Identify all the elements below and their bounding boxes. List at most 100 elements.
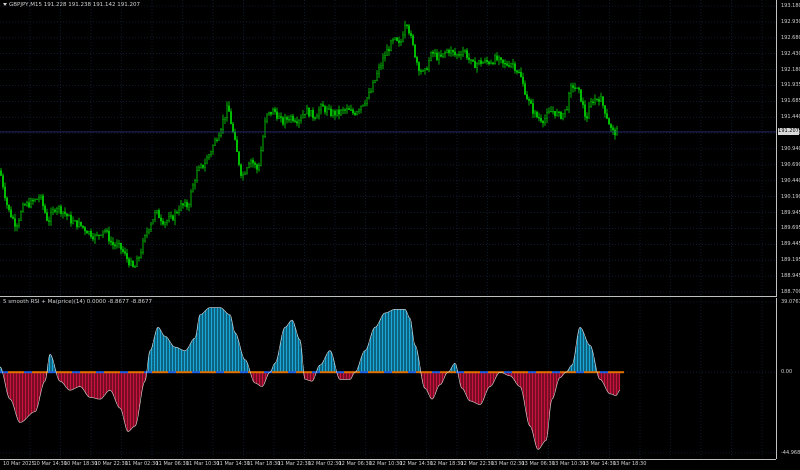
candle xyxy=(370,88,372,94)
candle-body xyxy=(520,71,522,78)
candle xyxy=(606,108,608,120)
candle xyxy=(294,118,296,123)
candle-body xyxy=(402,34,404,42)
price-axis[interactable]: 193.180 192.930 192.680 192.430 192.180 191.9… xyxy=(776,0,800,297)
candle xyxy=(594,94,596,106)
time-tick-label: 11 Mar 10:30 xyxy=(186,461,220,467)
candle xyxy=(462,46,464,58)
candle xyxy=(460,50,462,60)
candle xyxy=(362,104,364,107)
candle xyxy=(448,48,450,57)
candle-body xyxy=(272,108,274,115)
time-tick-label: 13 Mar 14:30 xyxy=(582,461,616,467)
candle-body xyxy=(100,234,102,236)
candle xyxy=(592,98,594,106)
candle xyxy=(330,105,332,118)
candle xyxy=(350,104,352,111)
candle-body xyxy=(536,111,538,118)
candle-body xyxy=(252,160,254,164)
candle-body xyxy=(50,212,52,222)
candle-body xyxy=(238,151,240,165)
candle xyxy=(502,59,504,68)
candle-body xyxy=(244,172,246,175)
candle xyxy=(398,36,400,47)
candle xyxy=(534,110,536,118)
candle xyxy=(296,116,298,127)
candle xyxy=(236,136,238,152)
candle xyxy=(354,111,356,117)
candle xyxy=(96,231,98,237)
candle-body xyxy=(380,65,382,68)
candle-body xyxy=(4,186,6,199)
candle xyxy=(186,199,188,210)
candle xyxy=(74,219,76,222)
candle-body xyxy=(364,102,366,106)
candle-body xyxy=(434,52,436,54)
candle-body xyxy=(132,260,134,267)
candle xyxy=(68,213,70,217)
candle xyxy=(428,57,430,73)
time-tick-label: 10 Mar 22:30 xyxy=(94,461,128,467)
candle xyxy=(392,37,394,45)
candle xyxy=(384,51,386,62)
candle-body xyxy=(206,157,208,164)
candle-body xyxy=(86,230,88,234)
candle xyxy=(116,239,118,249)
candle xyxy=(516,69,518,75)
candle-body xyxy=(386,49,388,56)
candle xyxy=(112,237,114,250)
candle xyxy=(56,206,58,215)
candle-body xyxy=(68,214,70,217)
price-tick-label: 191.685 xyxy=(781,98,800,105)
candle xyxy=(18,218,20,229)
candle-body xyxy=(290,115,292,120)
candle-body xyxy=(198,167,200,171)
time-axis[interactable]: 10 Mar 2025 10 Mar 14:30 10 Mar 18:30 10 Ma… xyxy=(0,459,776,470)
candle xyxy=(210,150,212,158)
candle xyxy=(404,20,406,39)
candle-body xyxy=(242,174,244,176)
price-chart-panel[interactable]: GBPJPY,M15 191.228 191.238 191.142 191.2… xyxy=(0,0,776,297)
candle xyxy=(552,106,554,115)
indicator-panel[interactable]: 5 smooth RSI + Ma(price)(14) 0.0000 -8.8… xyxy=(0,298,776,459)
candle-body xyxy=(430,51,432,61)
candle-body xyxy=(548,111,550,113)
candle xyxy=(342,106,344,115)
candle xyxy=(84,225,86,236)
collapse-triangle-icon[interactable] xyxy=(3,3,7,6)
candle xyxy=(332,109,334,118)
candle-body xyxy=(592,101,594,103)
candle xyxy=(194,178,196,190)
candle-body xyxy=(450,50,452,54)
candle-body xyxy=(180,203,182,211)
candle-body xyxy=(12,216,14,219)
candle xyxy=(168,211,170,223)
candle xyxy=(442,53,444,59)
candle-body xyxy=(220,129,222,136)
candle-body xyxy=(464,50,466,52)
candle xyxy=(106,227,108,234)
candle xyxy=(412,33,414,47)
time-tick-label: 10 Mar 14:30 xyxy=(33,461,67,467)
candle-body xyxy=(418,62,420,71)
candle xyxy=(132,260,134,268)
price-tick-label: 190.690 xyxy=(781,161,800,168)
candle xyxy=(472,59,474,62)
candle xyxy=(134,265,136,268)
candle-body xyxy=(454,51,456,56)
candle-body xyxy=(182,203,184,206)
candle-body xyxy=(266,113,268,122)
candle-body xyxy=(416,56,418,63)
candle-body xyxy=(258,165,260,170)
candle-body xyxy=(118,242,120,245)
candle-body xyxy=(518,71,520,74)
candle-body xyxy=(214,139,216,146)
candle-body xyxy=(150,223,152,230)
indicator-axis[interactable]: 39.0767 0.00 -44.9682 xyxy=(776,298,800,459)
candle xyxy=(328,104,330,111)
candle-body xyxy=(572,85,574,88)
candle xyxy=(184,199,186,207)
candle-body xyxy=(526,94,528,100)
candle xyxy=(346,104,348,114)
time-tick-label: 12 Mar 06:30 xyxy=(338,461,372,467)
